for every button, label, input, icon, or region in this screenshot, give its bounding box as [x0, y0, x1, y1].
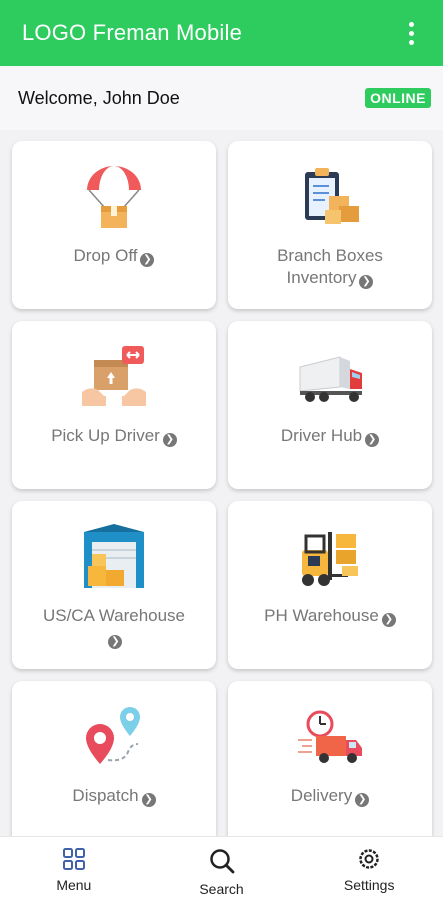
nav-settings[interactable]: Settings — [295, 837, 443, 900]
nav-label: Search — [199, 881, 244, 897]
arrow-right-icon: ❯ — [381, 613, 396, 627]
card-driver-hub[interactable]: Driver Hub ❯ — [228, 321, 432, 489]
arrow-right-icon: ❯ — [108, 635, 123, 649]
more-options-icon[interactable] — [401, 18, 421, 48]
fast-delivery-icon — [290, 701, 370, 773]
arrow-right-icon: ❯ — [140, 253, 155, 267]
arrow-right-icon: ❯ — [355, 793, 370, 807]
card-dispatch[interactable]: Dispatch ❯ — [12, 681, 216, 849]
card-drop-off[interactable]: Drop Off ❯ — [12, 141, 216, 309]
forklift-icon — [290, 521, 370, 593]
arrow-right-icon: ❯ — [365, 433, 380, 447]
card-delivery[interactable]: Delivery ❯ — [228, 681, 432, 849]
card-label: Driver Hub — [280, 426, 363, 445]
card-branch-boxes-inventory[interactable]: Branch Boxes Inventory ❯ — [228, 141, 432, 309]
parachute-box-icon — [74, 161, 154, 233]
card-us-ca-warehouse[interactable]: US/CA Warehouse ❯ — [12, 501, 216, 669]
nav-label: Settings — [343, 877, 395, 893]
card-label: Drop Off — [73, 246, 138, 265]
welcome-bar: Welcome, John Doe ONLINE — [0, 66, 443, 130]
truck-icon — [290, 341, 370, 413]
search-icon — [209, 849, 234, 874]
bottom-nav: Menu Search Settings — [0, 836, 443, 900]
app-bar: LOGO Freman Mobile — [0, 0, 443, 66]
route-pins-icon — [74, 701, 154, 773]
clipboard-boxes-icon — [290, 161, 370, 233]
card-label: Pick Up Driver — [51, 426, 160, 445]
nav-label: Menu — [56, 877, 92, 893]
card-ph-warehouse[interactable]: PH Warehouse ❯ — [228, 501, 432, 669]
grid-icon — [62, 848, 85, 870]
card-label: Delivery — [290, 786, 353, 805]
arrow-right-icon: ❯ — [162, 433, 177, 447]
card-label: PH Warehouse — [264, 606, 379, 625]
nav-menu[interactable]: Menu — [0, 837, 148, 900]
gear-icon — [359, 849, 379, 869]
card-label: US/CA Warehouse — [42, 606, 186, 625]
arrow-right-icon: ❯ — [359, 275, 374, 289]
card-label: Dispatch — [72, 786, 139, 805]
card-pick-up-driver[interactable]: Pick Up Driver ❯ — [12, 321, 216, 489]
arrow-right-icon: ❯ — [141, 793, 156, 807]
status-badge: ONLINE — [365, 88, 431, 108]
hands-box-icon — [74, 341, 154, 413]
welcome-message: Welcome, John Doe — [18, 87, 180, 108]
nav-search[interactable]: Search — [148, 837, 296, 900]
app-title: LOGO Freman Mobile — [22, 20, 243, 45]
warehouse-icon — [74, 521, 154, 593]
